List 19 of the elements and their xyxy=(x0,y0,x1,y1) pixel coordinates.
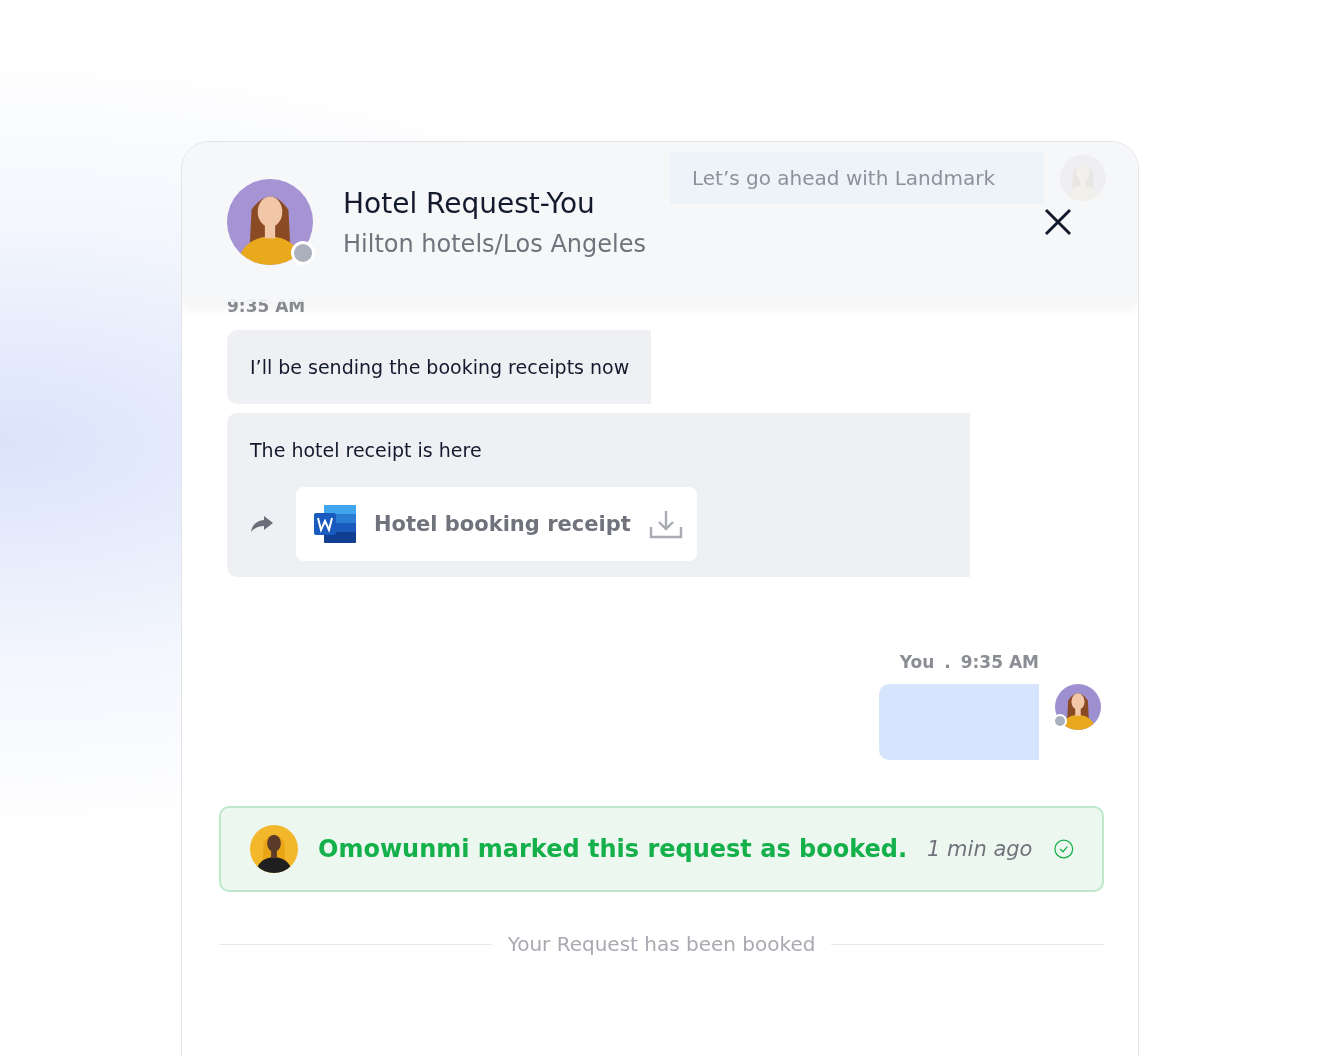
notice-time: 1 min ago xyxy=(927,837,1033,861)
message-bubble: I’ll be sending the booking receipts now xyxy=(227,330,651,404)
download-icon[interactable] xyxy=(648,509,683,539)
chat-subtitle: Hilton hotels/Los Angeles xyxy=(343,229,647,258)
booked-label: Your Request has been booked xyxy=(507,932,816,956)
message-time: 9:35 AM xyxy=(227,296,307,316)
forward-icon[interactable] xyxy=(250,515,274,533)
faded-message: Let’s go ahead with Landmark xyxy=(670,152,1044,204)
word-document-icon xyxy=(314,505,356,543)
close-button[interactable] xyxy=(1043,207,1073,237)
message-time: 9:35 AM xyxy=(960,652,1039,672)
chat-title: Hotel Request-You xyxy=(343,186,596,220)
sender-name: You xyxy=(899,652,935,672)
separator: . xyxy=(944,652,951,672)
message-text: The hotel receipt is here xyxy=(250,439,483,461)
notice-text: Omowunmi marked this request as booked. xyxy=(318,835,908,863)
file-name: Hotel booking receipt xyxy=(374,512,631,536)
file-card[interactable]: Hotel booking receipt xyxy=(296,487,697,561)
close-icon xyxy=(1043,207,1073,237)
